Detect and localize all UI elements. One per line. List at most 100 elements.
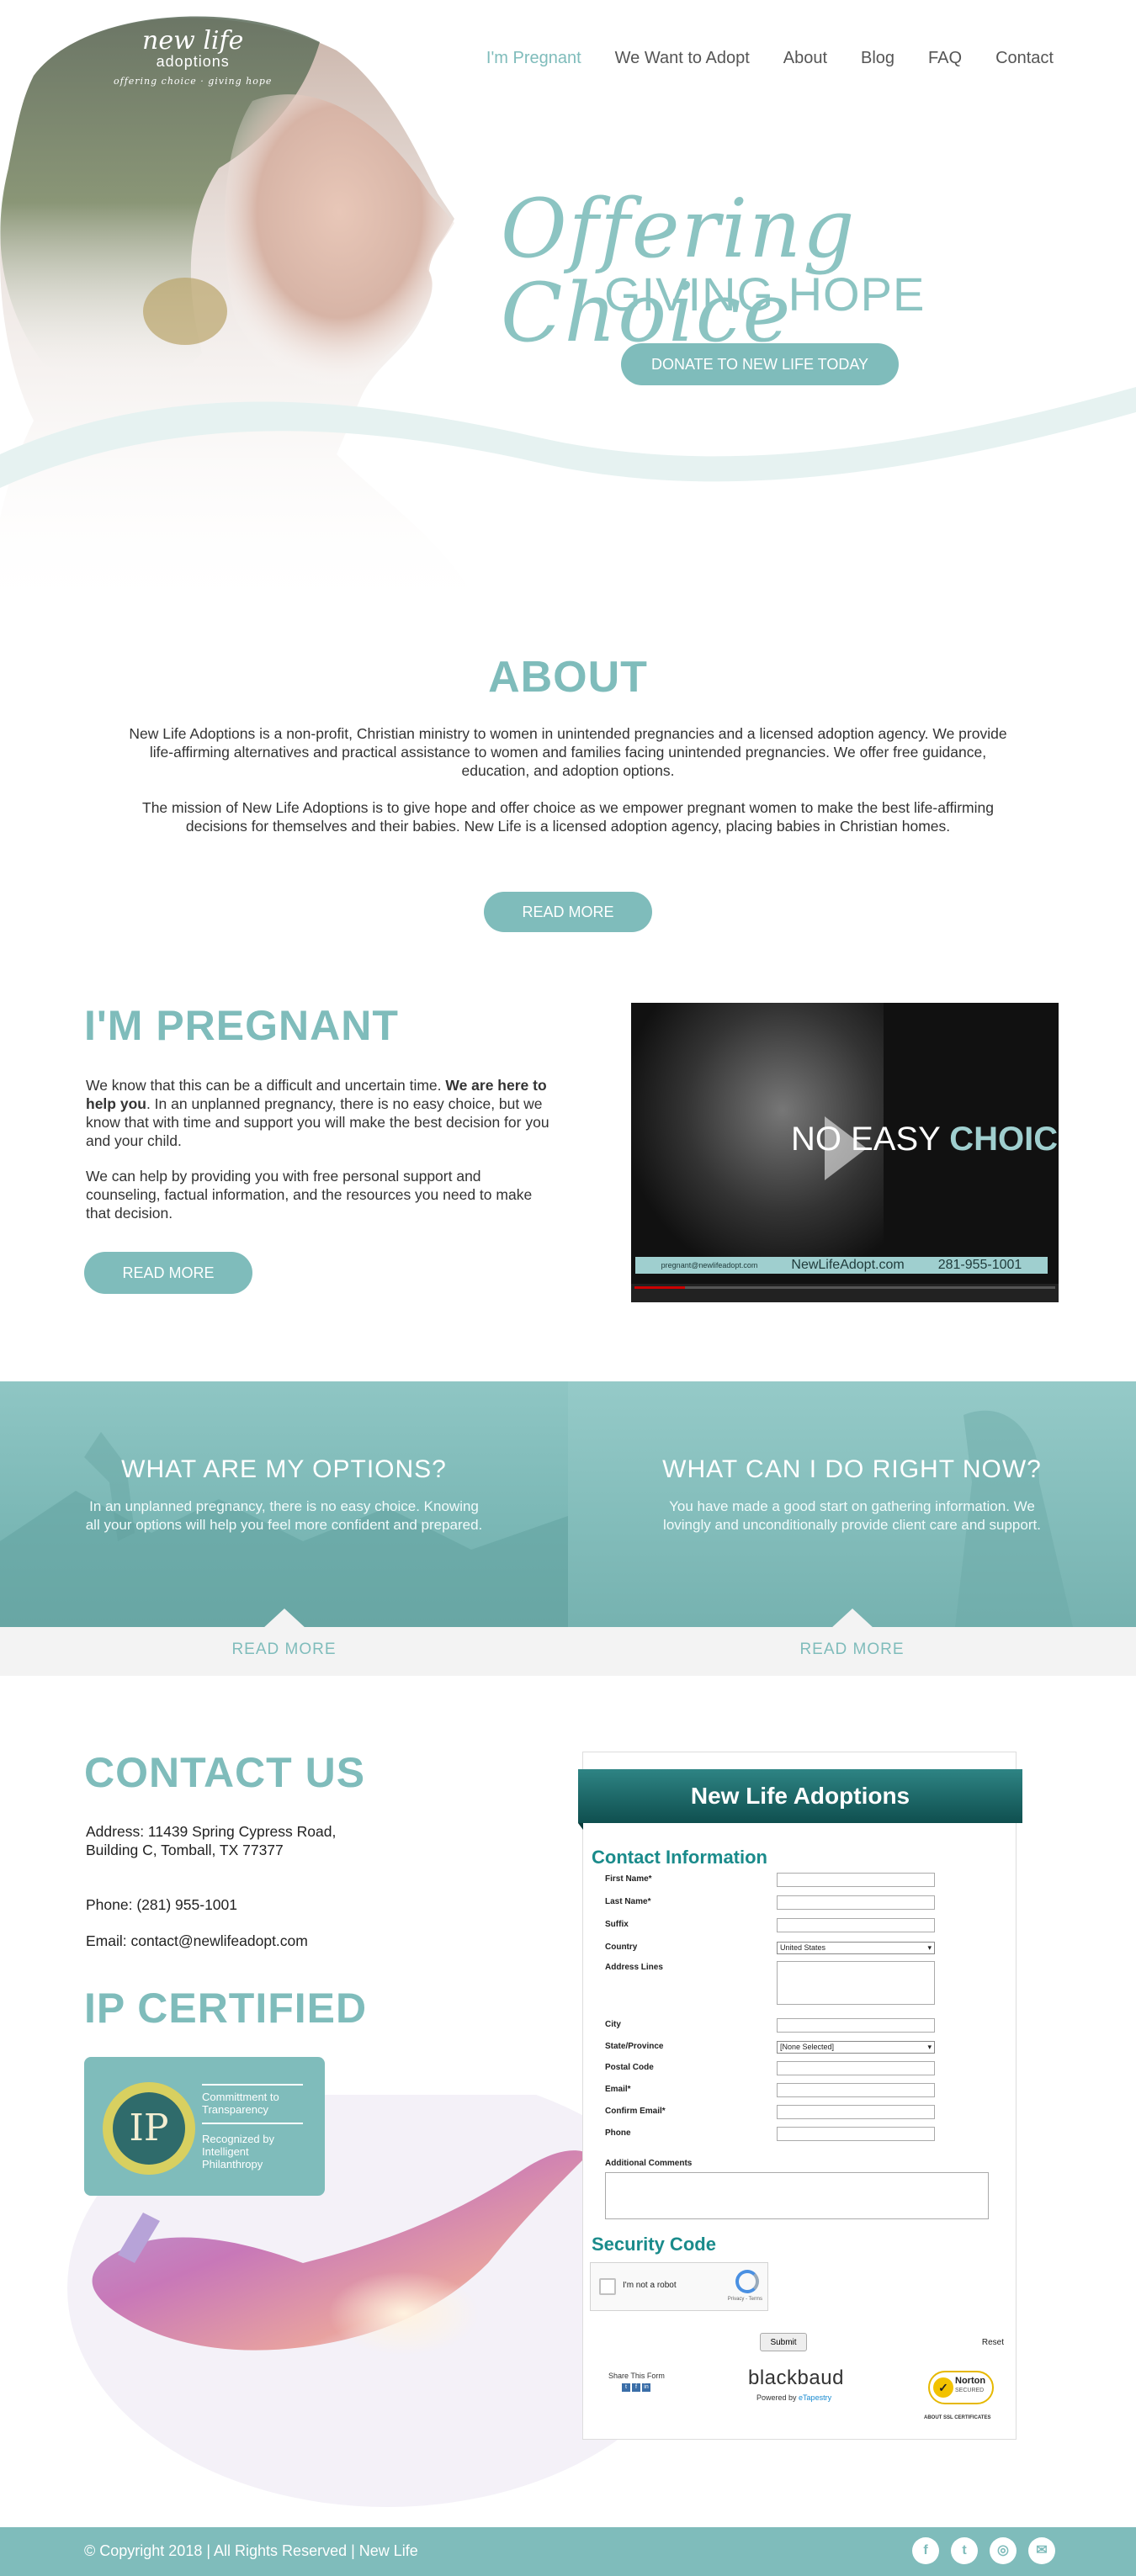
country-select[interactable]: United States: [777, 1942, 935, 1954]
hero-subheading: GIVING HOPE: [604, 268, 926, 321]
contact-address: Address: 11439 Spring Cypress Road, Buil…: [86, 1823, 337, 1858]
nav-item-im-pregnant[interactable]: I'm Pregnant: [486, 49, 581, 68]
facebook-share-icon[interactable]: f: [632, 2383, 640, 2392]
etapestry-link[interactable]: eTapestry: [799, 2393, 831, 2402]
donate-button[interactable]: DONATE TO NEW LIFE TODAY: [621, 343, 899, 385]
recaptcha-label: I'm not a robot: [623, 2281, 677, 2290]
video-controls[interactable]: [631, 1284, 1059, 1302]
video-progress-bar[interactable]: [634, 1286, 1055, 1289]
about-paragraph-2: The mission of New Life Adoptions is to …: [142, 799, 994, 835]
state-select[interactable]: [None Selected]: [777, 2041, 935, 2054]
reset-link[interactable]: Reset: [982, 2338, 1004, 2347]
hero-section: new life adoptions offering choice · giv…: [0, 0, 1136, 623]
comments-label: Additional Comments: [605, 2159, 693, 2168]
about-read-more-button[interactable]: READ MORE: [484, 892, 652, 932]
norton-text: Norton: [955, 2376, 986, 2386]
contact-heading: CONTACT US: [84, 1749, 366, 1796]
state-label: State/Province: [605, 2042, 664, 2051]
contact-email[interactable]: Email: contact@newlifeadopt.com: [86, 1932, 338, 1950]
last-name-input[interactable]: [777, 1895, 935, 1910]
comments-textarea[interactable]: [605, 2172, 989, 2219]
ip-line-2: Recognized by Intelligent Philanthropy: [202, 2133, 274, 2171]
video-title-part-b: CHOICE!: [949, 1121, 1059, 1158]
copyright-text: © Copyright 2018 | All Rights Reserved |…: [84, 2542, 418, 2559]
options-panel-text: You have made a good start on gathering …: [663, 1498, 1041, 1533]
pregnant-heading: I'M PREGNANT: [84, 1002, 399, 1049]
footer: © Copyright 2018 | All Rights Reserved |…: [0, 2527, 1136, 2576]
suffix-input[interactable]: [777, 1918, 935, 1932]
first-name-label: First Name*: [605, 1874, 652, 1884]
logo-main-text: new life: [142, 26, 244, 56]
recaptcha-terms[interactable]: Privacy - Terms: [728, 2297, 762, 2302]
options-panel-title: WHAT CAN I DO RIGHT NOW?: [662, 1455, 1042, 1483]
nav-item-faq[interactable]: FAQ: [928, 49, 962, 68]
security-code-heading: Security Code: [592, 2234, 716, 2255]
video-site: NewLifeAdopt.com: [791, 1258, 905, 1272]
nav-item-blog[interactable]: Blog: [861, 49, 894, 68]
options-section: WHAT ARE MY OPTIONS? In an unplanned pre…: [0, 1381, 1136, 1676]
ip-seal-letters: IP: [113, 2092, 185, 2165]
submit-button[interactable]: Submit: [760, 2333, 807, 2351]
address-textarea[interactable]: [777, 1961, 935, 2005]
logo-tagline: offering choice · giving hope: [114, 76, 273, 87]
options-panel-what-are-my-options[interactable]: WHAT ARE MY OPTIONS? In an unplanned pre…: [0, 1381, 568, 1627]
ssl-certificates-link[interactable]: ABOUT SSL CERTIFICATES: [924, 2415, 990, 2420]
facebook-icon[interactable]: f: [912, 2537, 939, 2564]
main-nav: I'm Pregnant We Want to Adopt About Blog…: [486, 49, 1054, 68]
nav-item-about[interactable]: About: [783, 49, 827, 68]
video-title-part-a: NO EASY: [791, 1121, 950, 1158]
postal-input[interactable]: [777, 2061, 935, 2075]
first-name-input[interactable]: [777, 1873, 935, 1887]
pregnant-read-more-button[interactable]: READ MORE: [84, 1252, 252, 1294]
nav-item-we-want-to-adopt[interactable]: We Want to Adopt: [615, 49, 750, 68]
about-paragraph-1: New Life Adoptions is a non-profit, Chri…: [129, 725, 1007, 779]
confirm-email-input[interactable]: [777, 2105, 935, 2119]
instagram-icon[interactable]: ◎: [990, 2537, 1017, 2564]
linkedin-share-icon[interactable]: in: [642, 2383, 650, 2392]
norton-check-icon: ✓: [933, 2377, 953, 2398]
options-panel-what-can-i-do[interactable]: WHAT CAN I DO RIGHT NOW? You have made a…: [568, 1381, 1136, 1627]
video-email: pregnant@newlifeadopt.com: [661, 1261, 758, 1269]
panel-notch: [831, 1609, 874, 1627]
contact-phone[interactable]: Phone: (281) 955-1001: [86, 1895, 338, 1914]
video-contact-bar: pregnant@newlifeadopt.com NewLifeAdopt.c…: [635, 1257, 1048, 1274]
twitter-icon[interactable]: t: [951, 2537, 978, 2564]
hero-wave-decoration: [0, 387, 1136, 488]
ip-divider: [202, 2084, 303, 2086]
email-input[interactable]: [777, 2083, 935, 2097]
recaptcha-checkbox[interactable]: [599, 2278, 616, 2295]
ip-line-1: Committment to Transparency: [202, 2091, 279, 2116]
page: new life adoptions offering choice · giv…: [0, 0, 1136, 2576]
city-input[interactable]: [777, 2018, 935, 2033]
pregnant-paragraph-2: We can help by providing you with free p…: [86, 1168, 533, 1222]
confirm-email-label: Confirm Email*: [605, 2107, 666, 2116]
recaptcha-logo-icon: [735, 2270, 759, 2293]
phone-input[interactable]: [777, 2127, 935, 2141]
options-read-more-strip: READ MORE: [0, 1627, 568, 1676]
options-panel-text: In an unplanned pregnancy, there is no e…: [85, 1498, 483, 1533]
last-name-label: Last Name*: [605, 1897, 651, 1906]
city-label: City: [605, 2020, 621, 2029]
hero-woman-profile-image: [0, 16, 488, 623]
email-icon[interactable]: ✉: [1028, 2537, 1055, 2564]
nav-item-contact[interactable]: Contact: [995, 49, 1054, 68]
ip-divider: [202, 2123, 303, 2124]
share-form-label: Share This Form: [608, 2372, 665, 2380]
recaptcha-widget[interactable]: I'm not a robot Privacy - Terms: [590, 2262, 768, 2311]
video-player[interactable]: NO EASY CHOICE! pregnant@newlifeadopt.co…: [631, 1003, 1059, 1302]
phone-label: Phone: [605, 2128, 631, 2138]
share-icons: t f in: [622, 2383, 650, 2392]
options-read-more-link[interactable]: READ MORE: [799, 1640, 904, 1659]
address-label: Address Lines: [605, 1963, 663, 1972]
contact-info-heading: Contact Information: [592, 1847, 767, 1868]
form-banner: New Life Adoptions: [578, 1769, 1022, 1830]
logo[interactable]: new life adoptions offering choice · giv…: [114, 29, 272, 87]
ip-certified-heading: IP CERTIFIED: [84, 1985, 368, 2032]
norton-secured-badge[interactable]: ✓ Norton SECURED: [928, 2371, 994, 2404]
postal-label: Postal Code: [605, 2063, 654, 2072]
powered-by-label: Powered by: [756, 2393, 797, 2402]
panel-notch: [263, 1609, 306, 1627]
ip-certified-card[interactable]: IP Committment to Transparency Recognize…: [84, 2057, 325, 2196]
options-read-more-link[interactable]: READ MORE: [231, 1640, 336, 1659]
twitter-share-icon[interactable]: t: [622, 2383, 630, 2392]
